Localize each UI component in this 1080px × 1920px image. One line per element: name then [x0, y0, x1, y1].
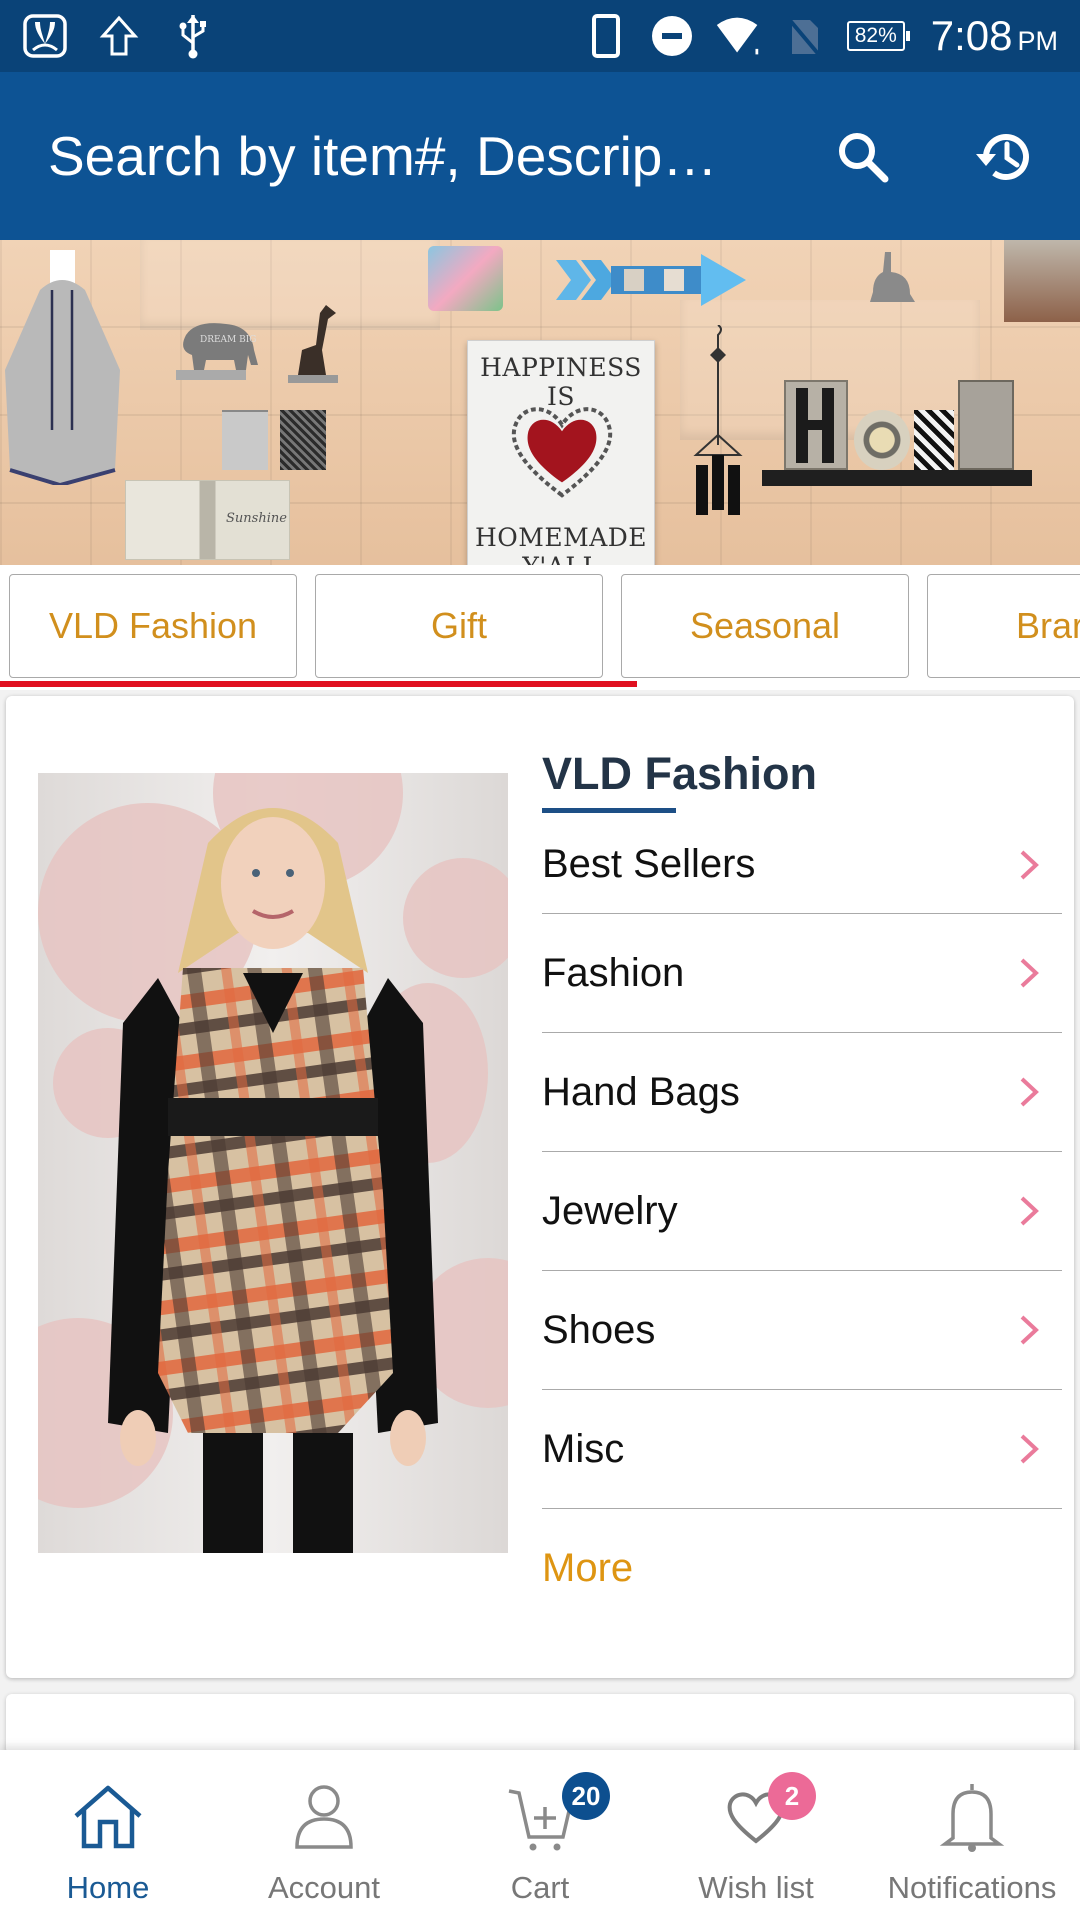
history-icon	[976, 134, 1029, 180]
more-link[interactable]: More	[542, 1546, 633, 1591]
do-not-disturb-icon	[649, 13, 695, 59]
chevron-right-icon	[1020, 1315, 1039, 1345]
tab-vld-fashion[interactable]: VLD Fashion	[9, 574, 297, 678]
home-icon	[69, 1778, 147, 1856]
banner-windchime-image	[693, 325, 743, 515]
heart-graphic	[511, 407, 613, 498]
tab-scroll-indicator	[0, 681, 637, 687]
banner-bag-image	[280, 410, 326, 470]
search-icon	[839, 133, 889, 183]
nav-home[interactable]: Home	[0, 1750, 216, 1920]
search-input[interactable]: Search by item#, Descrip…	[48, 124, 788, 188]
tab-brands[interactable]: Brar	[927, 574, 1080, 678]
sign-bottom-text: HOMEMADE Y'ALL	[474, 523, 648, 565]
clock: 7:08 PM	[931, 12, 1058, 60]
status-bar: 82% 7:08 PM	[0, 0, 1080, 72]
search-bar[interactable]: Search by item#, Descrip…	[0, 72, 1080, 240]
nav-account[interactable]: Account	[216, 1750, 432, 1920]
category-item-shoes[interactable]: Shoes	[542, 1271, 1062, 1390]
nav-notifications[interactable]: Notifications	[864, 1750, 1080, 1920]
clock-time: 7:08	[930, 12, 1013, 59]
elephant-text: DREAM BIG	[200, 335, 257, 345]
bell-icon	[933, 1778, 1011, 1856]
banner-elephant-image: DREAM BIG	[176, 323, 258, 380]
chevron-right-icon	[1020, 958, 1039, 988]
chevron-right-icon	[1020, 1434, 1039, 1464]
banner-sign-image: HAPPINESS IS HOMEMADE Y'ALL	[467, 340, 655, 565]
category-item-label: Jewelry	[542, 1188, 678, 1233]
saavn-app-icon	[22, 13, 68, 59]
category-list: Best Sellers Fashion Hand Bags Jewelry S…	[542, 816, 1062, 1509]
banner-rabbit-image	[870, 252, 915, 302]
category-item-label: Misc	[542, 1426, 625, 1471]
category-item-best-sellers[interactable]: Best Sellers	[542, 816, 1062, 914]
clock-ampm: PM	[1017, 26, 1059, 56]
no-sim-icon	[781, 13, 827, 59]
history-button[interactable]	[972, 124, 1038, 190]
banner-giraffe-image	[288, 305, 338, 383]
cart-count-badge: 20	[562, 1772, 610, 1820]
nav-cart[interactable]: Cart 20	[432, 1750, 648, 1920]
banner-card-image	[428, 246, 503, 311]
category-item-label: Shoes	[542, 1307, 656, 1352]
nav-label: Home	[66, 1870, 150, 1905]
upload-icon	[96, 13, 142, 59]
battery-indicator: 82%	[846, 21, 910, 51]
nav-label: Cart	[510, 1870, 570, 1905]
category-item-fashion[interactable]: Fashion	[542, 914, 1062, 1033]
phone-icon	[583, 13, 629, 59]
banner-pillow-image: Sunshine	[125, 480, 290, 560]
pillow-text: Sunshine	[226, 511, 287, 526]
banner-arrow-image	[556, 254, 746, 306]
tab-seasonal[interactable]: Seasonal	[621, 574, 909, 678]
category-item-label: Hand Bags	[542, 1069, 740, 1114]
banner-decor-image	[1004, 240, 1080, 322]
promo-banner[interactable]: DREAM BIG Sunshine HAPPINESS IS HOMEMADE	[0, 240, 1080, 565]
category-feature-image[interactable]	[38, 773, 508, 1553]
category-item-misc[interactable]: Misc	[542, 1390, 1062, 1509]
category-item-jewelry[interactable]: Jewelry	[542, 1152, 1062, 1271]
bottom-nav: Home Account Cart 20 Wish list 2 Notific…	[0, 1750, 1080, 1920]
usb-icon	[170, 13, 216, 59]
nav-wish-list[interactable]: Wish list 2	[648, 1750, 864, 1920]
chevron-right-icon	[1020, 1196, 1039, 1226]
model-photo	[38, 773, 508, 1553]
category-title: VLD Fashion	[542, 748, 818, 799]
nav-label: Wish list	[698, 1870, 814, 1905]
banner-hoodie-image	[5, 250, 120, 485]
wifi-icon	[715, 13, 761, 59]
next-category-card	[6, 1694, 1074, 1754]
account-icon	[285, 1778, 363, 1856]
chevron-right-icon	[1020, 1077, 1039, 1107]
title-underline	[542, 808, 676, 813]
nav-label: Account	[267, 1870, 380, 1905]
category-item-hand-bags[interactable]: Hand Bags	[542, 1033, 1062, 1152]
banner-home-letters-image	[762, 380, 1032, 495]
category-tabs: VLD Fashion Gift Seasonal Brar	[0, 565, 1080, 690]
search-button[interactable]	[830, 124, 896, 190]
category-item-label: Best Sellers	[542, 842, 756, 886]
chevron-right-icon	[1020, 850, 1039, 879]
tab-gift[interactable]: Gift	[315, 574, 603, 678]
category-item-label: Fashion	[542, 950, 685, 995]
banner-bag-image	[222, 410, 268, 470]
wishlist-count-badge: 2	[768, 1772, 816, 1820]
nav-label: Notifications	[887, 1870, 1057, 1905]
category-card: VLD Fashion Best Sellers Fashion Hand Ba…	[6, 696, 1074, 1678]
app-screen: 82% 7:08 PM Search by item#, Descrip… DRE…	[0, 0, 1080, 1920]
